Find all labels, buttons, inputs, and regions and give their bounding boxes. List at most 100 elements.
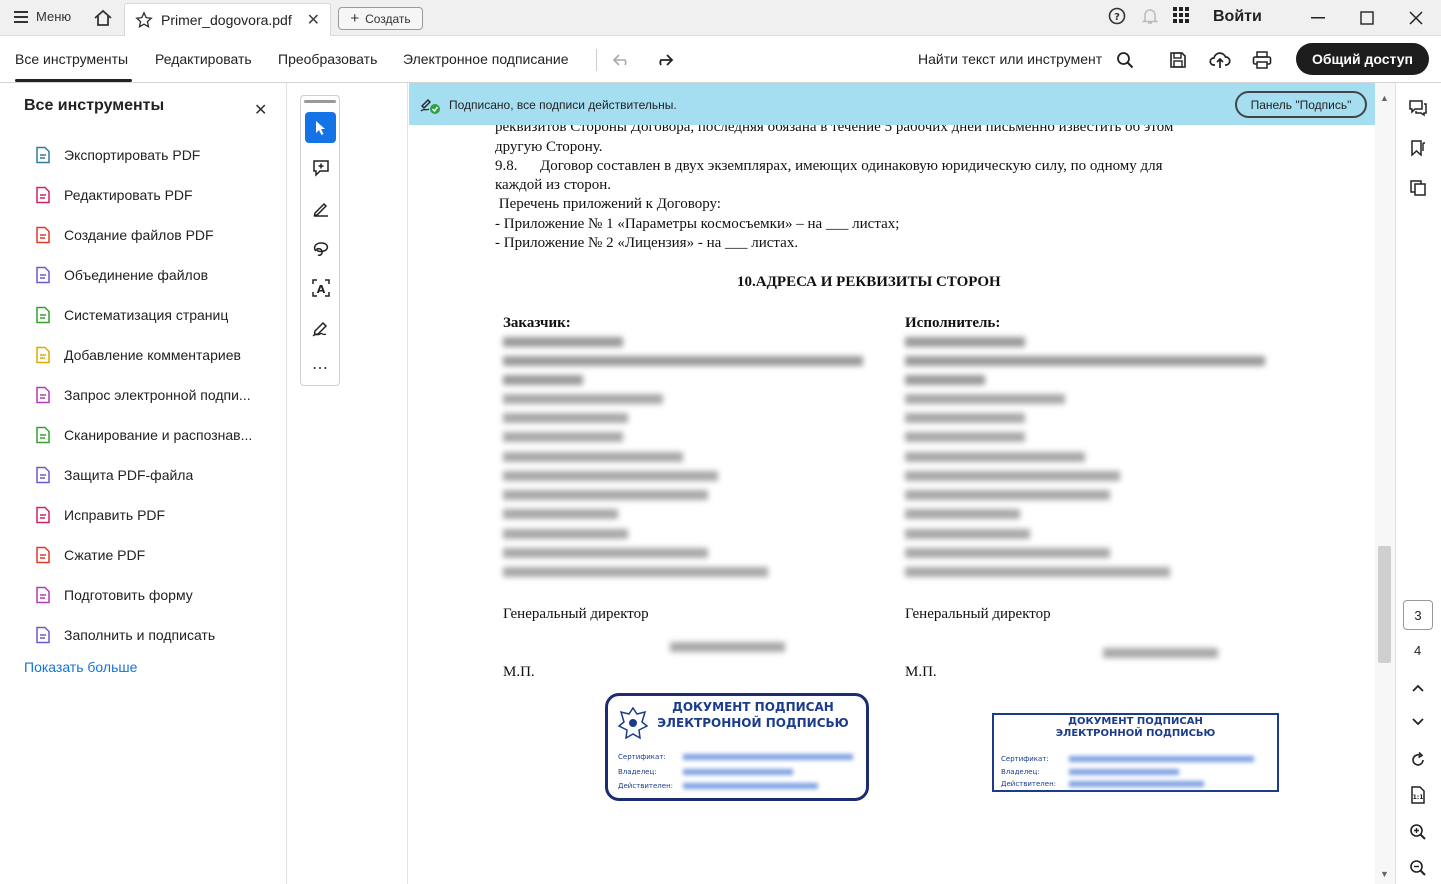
svg-text:?: ? — [1114, 12, 1120, 23]
menu-button[interactable]: Меню — [14, 9, 71, 24]
doc-line: - Приложение № 2 «Лицензия» - на ___ лис… — [495, 235, 799, 251]
previous-page-icon[interactable] — [1407, 677, 1429, 699]
bell-icon[interactable] — [1141, 7, 1159, 25]
show-more-link[interactable]: Показать больше — [24, 659, 137, 675]
login-button[interactable]: Войти — [1213, 8, 1262, 26]
tool-item-label: Сканирование и распознав... — [64, 427, 253, 443]
maximize-icon[interactable] — [1355, 6, 1379, 30]
executor-mp-label: М.П. — [905, 664, 937, 680]
stamp-cert-redacted — [1069, 756, 1254, 762]
tool-item[interactable]: Сканирование и распознав... — [34, 423, 274, 447]
tab-e-sign[interactable]: Электронное подписание — [403, 51, 569, 67]
add-comment-button[interactable] — [305, 152, 336, 183]
executor-signature-stamp[interactable]: ДОКУМЕНТ ПОДПИСАН ЭЛЕКТРОННОЙ ПОДПИСЬЮ С… — [992, 713, 1279, 792]
tool-item-label: Объединение файлов — [64, 267, 209, 283]
signature-panel-button[interactable]: Панель "Подпись" — [1235, 91, 1367, 118]
more-tools-icon[interactable]: ⋯ — [305, 352, 336, 383]
create-button[interactable]: + Создать — [338, 7, 423, 30]
pages-thumbnail-icon[interactable] — [1407, 177, 1429, 199]
cursor-icon — [315, 120, 325, 135]
tool-item-label: Исправить PDF — [64, 507, 166, 523]
select-tool-button[interactable] — [305, 112, 336, 143]
executor-label: Исполнитель: — [905, 315, 1001, 331]
scrollbar-thumb[interactable] — [1378, 546, 1391, 663]
cloud-upload-icon[interactable] — [1209, 49, 1231, 71]
tool-item[interactable]: Подготовить форму — [34, 583, 274, 607]
close-tab-icon[interactable]: ✕ — [307, 10, 320, 30]
tab-all-tools[interactable]: Все инструменты — [15, 51, 128, 67]
help-icon[interactable]: ? — [1108, 7, 1126, 25]
home-icon[interactable] — [93, 8, 113, 28]
tool-item[interactable]: Систематизация страниц — [34, 303, 274, 327]
scroll-up-arrow-icon[interactable]: ▲ — [1380, 93, 1389, 103]
tool-item[interactable]: Сжатие PDF — [34, 543, 274, 567]
apps-grid-icon[interactable] — [1173, 7, 1189, 23]
signature-valid-icon — [420, 99, 440, 114]
tab-convert[interactable]: Преобразовать — [278, 51, 377, 67]
signature-status-text: Подписано, все подписи действительны. — [449, 98, 677, 112]
plus-icon: + — [350, 10, 360, 27]
document-tab[interactable]: Primer_dogovora.pdf ✕ — [124, 3, 331, 36]
share-button[interactable]: Общий доступ — [1296, 43, 1429, 75]
tool-item[interactable]: Запрос электронной подпи... — [34, 383, 274, 407]
tool-item-label: Редактировать PDF — [64, 187, 193, 203]
text-select-button[interactable]: A — [305, 272, 336, 303]
tool-item-label: Подготовить форму — [64, 587, 193, 603]
doc-line: 9.8. Договор составлен в двух экземпляра… — [495, 158, 1163, 174]
add-comment-icon — [36, 346, 50, 364]
undo-icon[interactable] — [611, 49, 633, 71]
tool-item[interactable]: Защита PDF-файла — [34, 463, 274, 487]
save-icon[interactable] — [1167, 49, 1189, 71]
executor-director-label: Генеральный директор — [905, 606, 1051, 622]
zoom-in-icon[interactable] — [1407, 821, 1429, 843]
tool-item-label: Добавление комментариев — [64, 347, 241, 363]
tool-item[interactable]: Заполнить и подписать — [34, 623, 274, 647]
combine-files-icon — [36, 266, 50, 284]
find-tool-label[interactable]: Найти текст или инструмент — [918, 51, 1102, 67]
sign-button[interactable] — [305, 312, 336, 343]
next-page-icon[interactable] — [1407, 711, 1429, 733]
svg-text:1:1: 1:1 — [1413, 794, 1424, 801]
tool-item[interactable]: Редактировать PDF — [34, 183, 274, 207]
rotate-icon[interactable] — [1407, 749, 1429, 771]
menu-label: Меню — [36, 9, 72, 24]
close-panel-icon[interactable]: ✕ — [254, 100, 267, 120]
document-view[interactable]: реквизитов Стороны Договора, последняя о… — [409, 83, 1375, 884]
star-icon[interactable] — [135, 11, 153, 29]
document-scrollbar[interactable]: ▲ ▼ — [1375, 83, 1395, 884]
stamp-valid-label: Действителен: — [1001, 780, 1057, 788]
fix-pdf-icon — [36, 506, 50, 524]
strip-grip[interactable] — [304, 100, 336, 103]
tool-item[interactable]: Экспортировать PDF — [34, 143, 274, 167]
highlight-button[interactable] — [305, 192, 336, 223]
tool-item[interactable]: Объединение файлов — [34, 263, 274, 287]
tool-item[interactable]: Создание файлов PDF — [34, 223, 274, 247]
close-window-icon[interactable] — [1404, 6, 1428, 30]
current-page-indicator[interactable]: 3 — [1403, 600, 1433, 630]
document-tab-name: Primer_dogovora.pdf — [161, 12, 292, 28]
print-icon[interactable] — [1251, 49, 1273, 71]
draw-button[interactable] — [305, 232, 336, 263]
scroll-down-arrow-icon[interactable]: ▼ — [1380, 869, 1389, 879]
comments-panel-icon[interactable] — [1407, 97, 1429, 119]
pen-icon — [313, 202, 328, 217]
tool-item[interactable]: Исправить PDF — [34, 503, 274, 527]
actual-size-icon[interactable]: 1:1 — [1407, 784, 1429, 806]
hamburger-icon — [14, 10, 28, 23]
panel-title: Все инструменты — [24, 97, 165, 114]
tool-item[interactable]: Добавление комментариев — [34, 343, 274, 367]
executor-signature-name-redacted — [1103, 648, 1218, 658]
tab-edit[interactable]: Редактировать — [155, 51, 252, 67]
export-pdf-icon — [36, 146, 50, 164]
signature-status-bar: Подписано, все подписи действительны. Па… — [409, 83, 1375, 125]
customer-signature-stamp[interactable]: ДОКУМЕНТ ПОДПИСАН ЭЛЕКТРОННОЙ ПОДПИСЬЮ С… — [605, 693, 869, 801]
minimize-icon[interactable] — [1306, 6, 1330, 30]
search-icon[interactable] — [1114, 49, 1136, 71]
doc-line: - Приложение № 1 «Параметры космосъемки»… — [495, 216, 900, 232]
stamp-valid-label: Действителен: — [618, 782, 674, 790]
bookmark-icon[interactable] — [1407, 137, 1429, 159]
tool-item-label: Запрос электронной подпи... — [64, 387, 251, 403]
zoom-out-icon[interactable] — [1407, 857, 1429, 879]
next-page-number[interactable]: 4 — [1414, 643, 1421, 658]
redo-icon[interactable] — [653, 49, 675, 71]
